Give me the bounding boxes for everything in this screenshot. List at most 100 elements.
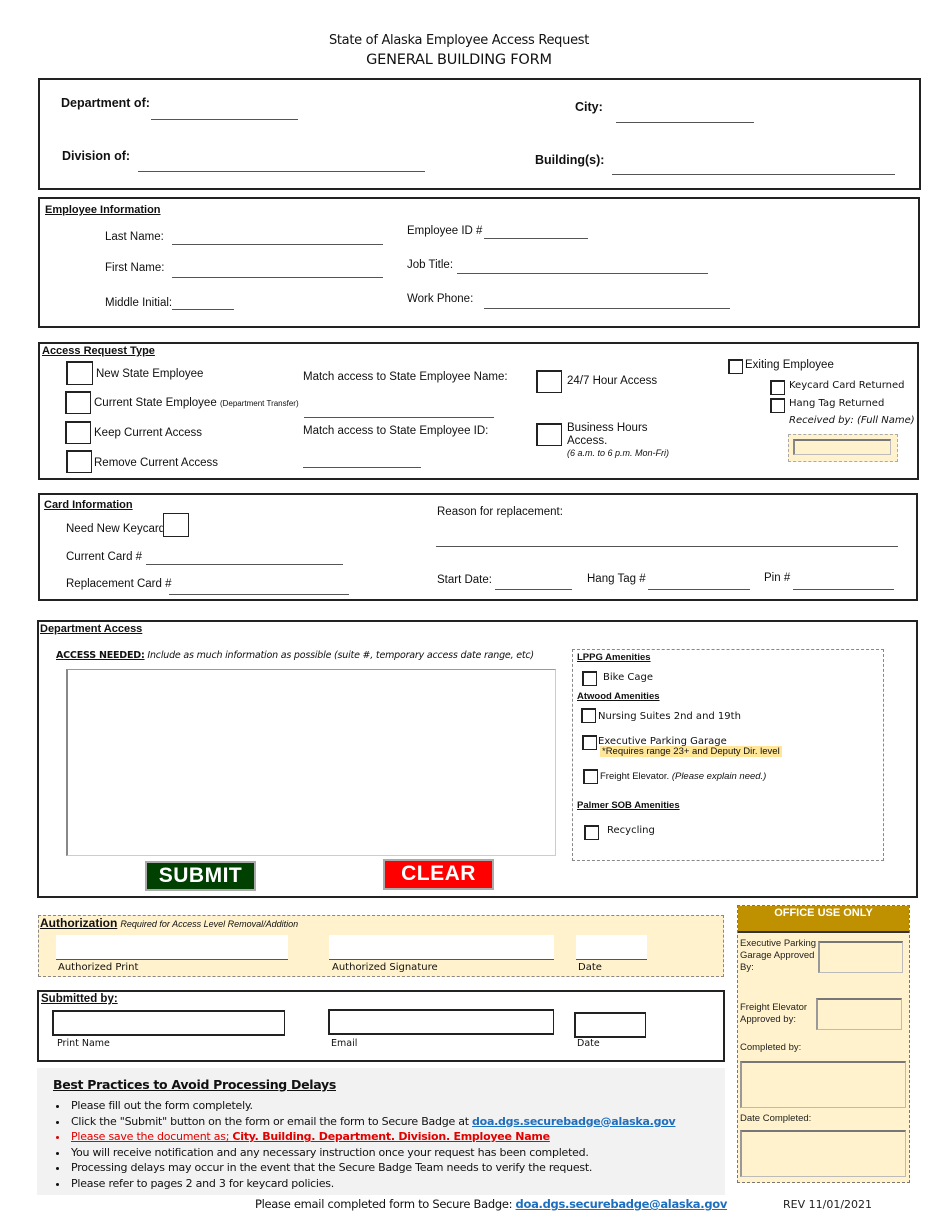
keycard-returned-checkbox[interactable] xyxy=(770,380,785,395)
department-input[interactable] xyxy=(151,105,298,120)
best-practices-list: Please fill out the form completely. Cli… xyxy=(37,1098,676,1192)
office-use-section: OFFICE USE ONLY Executive Parking Garage… xyxy=(737,905,910,1183)
bike-cage-checkbox[interactable] xyxy=(582,671,597,686)
current-state-employee-text: Current State Employee xyxy=(94,397,217,409)
amenities-panel: LPPG Amenities Bike Cage Atwood Amenitie… xyxy=(572,649,884,861)
authorized-date-input[interactable] xyxy=(576,935,647,960)
atwood-amenities-title: Atwood Amenities xyxy=(577,691,660,702)
best-practices-title: Best Practices to Avoid Processing Delay… xyxy=(53,1077,336,1092)
best-practice-item: You will receive notification and any ne… xyxy=(69,1145,675,1161)
clear-button[interactable]: CLEAR xyxy=(383,859,494,890)
replacement-card-input[interactable] xyxy=(169,580,349,595)
business-hours-note: (6 a.m. to 6 p.m. Mon-Fri) xyxy=(567,448,670,458)
reason-input[interactable] xyxy=(436,532,898,547)
work-phone-input[interactable] xyxy=(484,294,730,309)
employee-id-input[interactable] xyxy=(484,224,588,239)
office-freight-input[interactable] xyxy=(816,998,902,1030)
current-state-employee-checkbox[interactable] xyxy=(65,391,91,414)
exiting-employee-checkbox[interactable] xyxy=(728,359,743,374)
submitter-email-input[interactable] xyxy=(328,1009,554,1035)
current-card-label: Current Card # xyxy=(66,551,143,563)
middle-initial-input[interactable] xyxy=(172,295,234,310)
remove-current-access-label: Remove Current Access xyxy=(94,457,218,469)
hour-access-247-checkbox[interactable] xyxy=(536,370,562,393)
received-by-input[interactable] xyxy=(793,439,891,455)
authorization-section: Authorization Required for Access Level … xyxy=(38,915,724,977)
start-date-input[interactable] xyxy=(495,575,572,590)
last-name-input[interactable] xyxy=(172,230,383,245)
access-needed-textarea[interactable] xyxy=(66,669,556,856)
form-subtitle: State of Alaska Employee Access Request xyxy=(328,33,590,48)
job-title-input[interactable] xyxy=(457,259,708,274)
palmer-amenities-title: Palmer SOB Amenities xyxy=(577,800,680,811)
authorization-heading: Authorization Required for Access Level … xyxy=(40,916,298,930)
first-name-input[interactable] xyxy=(172,263,383,278)
exec-parking-note: *Requires range 23+ and Deputy Dir. leve… xyxy=(600,746,782,757)
need-new-keycard-label: Need New Keycard xyxy=(66,523,166,535)
lppg-amenities-title: LPPG Amenities xyxy=(577,652,651,663)
authorized-signature-label: Authorized Signature xyxy=(332,962,438,973)
match-id-label: Match access to State Employee ID: xyxy=(303,425,489,437)
office-exec-parking-label: Executive Parking Garage Approved By: xyxy=(740,938,817,973)
hang-tag-returned-label: Hang Tag Returned xyxy=(789,398,885,409)
office-date-completed-input[interactable] xyxy=(740,1130,906,1177)
remove-current-access-checkbox[interactable] xyxy=(66,450,92,473)
submitter-email-label: Email xyxy=(331,1038,358,1049)
authorized-print-input[interactable] xyxy=(56,935,288,960)
business-hours-checkbox[interactable] xyxy=(536,423,562,446)
city-label: City: xyxy=(575,100,603,114)
match-name-label: Match access to State Employee Name: xyxy=(303,371,508,383)
authorization-title: Authorization xyxy=(40,916,118,930)
authorized-date-label: Date xyxy=(578,962,602,973)
first-name-label: First Name: xyxy=(105,262,165,274)
office-completed-by-input[interactable] xyxy=(740,1061,906,1108)
employee-section: Employee Information Last Name: First Na… xyxy=(38,197,920,328)
current-card-input[interactable] xyxy=(146,550,343,565)
pin-input[interactable] xyxy=(793,575,894,590)
footer-email-prompt: Please email completed form to Secure Ba… xyxy=(255,1197,516,1211)
office-date-completed-label: Date Completed: xyxy=(740,1113,812,1124)
submitter-print-name-input[interactable] xyxy=(52,1010,285,1036)
secure-badge-email-link[interactable]: doa.dgs.securebadge@alaska.gov xyxy=(472,1115,676,1128)
business-hours-label: Business Hours Access. xyxy=(567,422,648,447)
authorized-print-label: Authorized Print xyxy=(58,962,139,973)
hang-tag-input[interactable] xyxy=(648,575,750,590)
middle-initial-label: Middle Initial: xyxy=(105,297,173,309)
best-practice-item: Processing delays may occur in the event… xyxy=(69,1160,675,1176)
buildings-input[interactable] xyxy=(612,160,895,175)
best-practice-item: Please fill out the form completely. xyxy=(69,1098,675,1114)
authorized-signature-input[interactable] xyxy=(329,935,554,960)
new-state-employee-label: New State Employee xyxy=(96,368,204,380)
access-request-section: Access Request Type New State Employee C… xyxy=(38,342,919,480)
exiting-employee-label: Exiting Employee xyxy=(745,359,834,371)
office-completed-by-label: Completed by: xyxy=(740,1042,802,1053)
office-exec-parking-input[interactable] xyxy=(818,941,903,973)
bike-cage-label: Bike Cage xyxy=(603,672,654,683)
authorization-subtitle: Required for Access Level Removal/Additi… xyxy=(120,919,299,929)
keep-current-access-checkbox[interactable] xyxy=(65,421,91,444)
pin-label: Pin # xyxy=(764,572,791,584)
replacement-card-label: Replacement Card # xyxy=(66,578,172,590)
job-title-label: Job Title: xyxy=(407,259,454,271)
submitter-date-input[interactable] xyxy=(574,1012,646,1038)
current-state-employee-label: Current State Employee (Department Trans… xyxy=(94,397,299,409)
match-id-input[interactable] xyxy=(303,453,421,468)
exec-parking-checkbox[interactable] xyxy=(582,735,597,750)
footer-email-link[interactable]: doa.dgs.securebadge@alaska.gov xyxy=(516,1197,728,1211)
hang-tag-returned-checkbox[interactable] xyxy=(770,398,785,413)
match-name-input[interactable] xyxy=(304,403,494,418)
submitter-print-name-label: Print Name xyxy=(57,1038,110,1049)
nursing-suites-checkbox[interactable] xyxy=(581,708,596,723)
division-input[interactable] xyxy=(138,157,425,172)
freight-elevator-text: Freight Elevator. xyxy=(600,771,670,782)
recycling-checkbox[interactable] xyxy=(584,825,599,840)
need-new-keycard-checkbox[interactable] xyxy=(163,513,189,537)
new-state-employee-checkbox[interactable] xyxy=(66,361,93,385)
city-input[interactable] xyxy=(616,108,754,123)
employee-id-label: Employee ID # xyxy=(407,225,483,237)
form-title: GENERAL BUILDING FORM xyxy=(366,52,552,68)
best-practice-text: Please save the document as; xyxy=(71,1130,233,1144)
freight-elevator-checkbox[interactable] xyxy=(583,769,598,784)
start-date-label: Start Date: xyxy=(437,574,492,586)
submit-button[interactable]: SUBMIT xyxy=(145,861,256,891)
